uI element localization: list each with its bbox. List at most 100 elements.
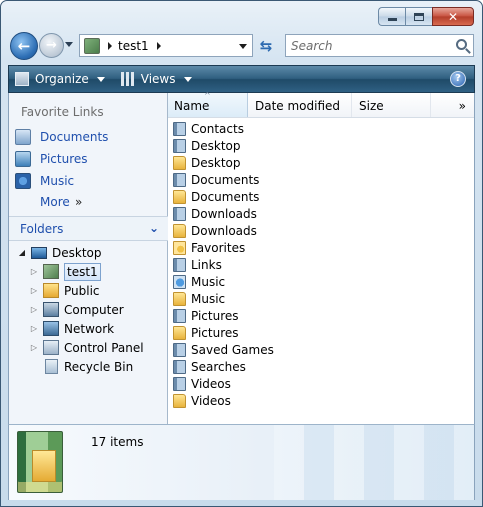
tree-expander-icon[interactable]: ▷ xyxy=(29,286,39,295)
file-row-links[interactable]: Links xyxy=(173,256,222,273)
favorite-links-heading: Favorite Links xyxy=(21,105,104,119)
double-chevron-right-icon[interactable]: » xyxy=(75,195,82,209)
file-row-pictures-folder[interactable]: Pictures xyxy=(173,324,239,341)
favorite-link-music[interactable]: Music xyxy=(15,171,74,191)
tree-item-test1[interactable]: ▷ test1 xyxy=(29,262,101,281)
column-header-label: Size xyxy=(359,99,384,113)
file-name: Pictures xyxy=(191,308,239,323)
file-row-desktop-special[interactable]: Desktop xyxy=(173,137,241,154)
column-header-name[interactable]: ^ Name xyxy=(168,91,248,117)
details-background-decoration xyxy=(274,425,474,500)
maximize-button[interactable] xyxy=(405,7,432,26)
caption-buttons: ✕ xyxy=(378,7,474,26)
file-row-favorites[interactable]: Favorites xyxy=(173,239,245,256)
tree-expander-icon[interactable]: ▷ xyxy=(29,305,39,314)
tree-item-control-panel[interactable]: ▷ Control Panel xyxy=(29,338,144,357)
search-box[interactable] xyxy=(285,34,474,57)
close-button[interactable]: ✕ xyxy=(432,7,474,26)
minimize-icon xyxy=(387,18,397,21)
tree-expander-icon[interactable]: ▷ xyxy=(29,324,39,333)
downloads-special-icon xyxy=(173,206,186,221)
contacts-icon xyxy=(173,121,186,136)
searches-icon xyxy=(173,359,186,374)
search-input[interactable] xyxy=(291,38,451,53)
favorite-link-label: Documents xyxy=(40,130,109,144)
desktop-icon xyxy=(31,246,47,259)
breadcrumb-test1[interactable]: test1 xyxy=(118,39,149,53)
back-button[interactable]: ← xyxy=(10,32,38,60)
file-row-documents-special[interactable]: Documents xyxy=(173,171,259,188)
favorite-link-label: Pictures xyxy=(40,152,88,166)
help-icon: ? xyxy=(455,73,461,84)
favorite-link-pictures[interactable]: Pictures xyxy=(15,149,88,169)
tree-expander-icon[interactable]: ▷ xyxy=(29,343,39,352)
file-row-desktop-folder[interactable]: Desktop xyxy=(173,154,241,171)
views-button[interactable]: Views xyxy=(115,66,198,92)
file-name: Pictures xyxy=(191,325,239,340)
tree-item-label: Control Panel xyxy=(64,340,144,355)
file-row-searches[interactable]: Searches xyxy=(173,358,246,375)
folder-icon xyxy=(173,189,186,204)
tree-item-desktop[interactable]: ◢ Desktop xyxy=(17,243,102,262)
column-header-size[interactable]: Size xyxy=(353,93,431,117)
folders-label: Folders xyxy=(20,222,64,236)
file-row-videos-special[interactable]: Videos xyxy=(173,375,231,392)
tree-item-computer[interactable]: ▷ Computer xyxy=(29,300,124,319)
saved-games-icon xyxy=(173,342,186,357)
folders-header[interactable]: Folders ⌄ xyxy=(9,216,168,241)
file-name: Contacts xyxy=(191,121,244,136)
views-icon xyxy=(120,72,135,86)
breadcrumb-separator-icon[interactable] xyxy=(156,41,161,50)
tree-item-recycle-bin[interactable]: Recycle Bin xyxy=(29,357,133,376)
details-pane: 17 items xyxy=(8,424,475,500)
refresh-button[interactable]: ⇆ xyxy=(257,37,275,55)
tree-expander-icon[interactable]: ▷ xyxy=(29,267,39,276)
tree-item-label: Recycle Bin xyxy=(64,359,134,374)
organize-button[interactable]: Organize xyxy=(9,66,111,92)
refresh-icon: ⇆ xyxy=(259,37,273,55)
more-links-link[interactable]: More xyxy=(40,195,70,209)
tree-item-public[interactable]: ▷ Public xyxy=(29,281,100,300)
address-bar[interactable]: test1 xyxy=(79,34,253,57)
file-name: Downloads xyxy=(191,206,257,221)
back-arrow-icon: ← xyxy=(17,37,31,55)
music-special-icon xyxy=(173,274,186,289)
search-icon[interactable] xyxy=(456,39,467,50)
file-row-documents-folder[interactable]: Documents xyxy=(173,188,259,205)
recent-pages-dropdown[interactable] xyxy=(65,42,73,47)
file-row-downloads-folder[interactable]: Downloads xyxy=(173,222,257,239)
file-row-music-folder[interactable]: Music xyxy=(173,290,225,307)
file-row-music-special[interactable]: Music xyxy=(173,273,225,290)
tree-item-label: test1 xyxy=(64,262,101,281)
chevron-down-icon xyxy=(96,76,105,82)
file-row-saved-games[interactable]: Saved Games xyxy=(173,341,274,358)
tree-item-network[interactable]: ▷ Network xyxy=(29,319,114,338)
file-name: Music xyxy=(191,274,226,289)
file-list-pane: ^ Name Date modified Size » Contacts Des… xyxy=(168,91,475,424)
chevron-down-icon[interactable]: ⌄ xyxy=(149,221,159,235)
tree-item-label: Desktop xyxy=(52,245,102,260)
breadcrumb-separator-icon[interactable] xyxy=(108,41,112,50)
more-columns-button[interactable]: » xyxy=(432,93,474,117)
minimize-button[interactable] xyxy=(378,7,405,26)
file-name: Searches xyxy=(191,359,246,374)
file-name: Documents xyxy=(191,189,260,204)
forward-button[interactable]: → xyxy=(39,33,64,58)
address-history-dropdown[interactable] xyxy=(239,44,247,49)
file-name: Documents xyxy=(191,172,260,187)
folder-icon xyxy=(173,291,186,306)
file-row-downloads-special[interactable]: Downloads xyxy=(173,205,257,222)
maximize-icon xyxy=(414,12,424,21)
tree-item-label: Public xyxy=(64,283,100,298)
file-row-pictures-special[interactable]: Pictures xyxy=(173,307,239,324)
file-name: Links xyxy=(191,257,222,272)
tree-expander-icon[interactable]: ◢ xyxy=(17,248,27,257)
desktop-special-icon xyxy=(173,138,186,153)
file-row-videos-folder[interactable]: Videos xyxy=(173,392,231,409)
column-header-date-modified[interactable]: Date modified xyxy=(249,93,352,117)
folder-icon xyxy=(173,325,186,340)
help-button[interactable]: ? xyxy=(450,71,466,87)
favorite-link-documents[interactable]: Documents xyxy=(15,127,108,147)
file-name: Favorites xyxy=(191,240,246,255)
file-row-contacts[interactable]: Contacts xyxy=(173,120,244,137)
